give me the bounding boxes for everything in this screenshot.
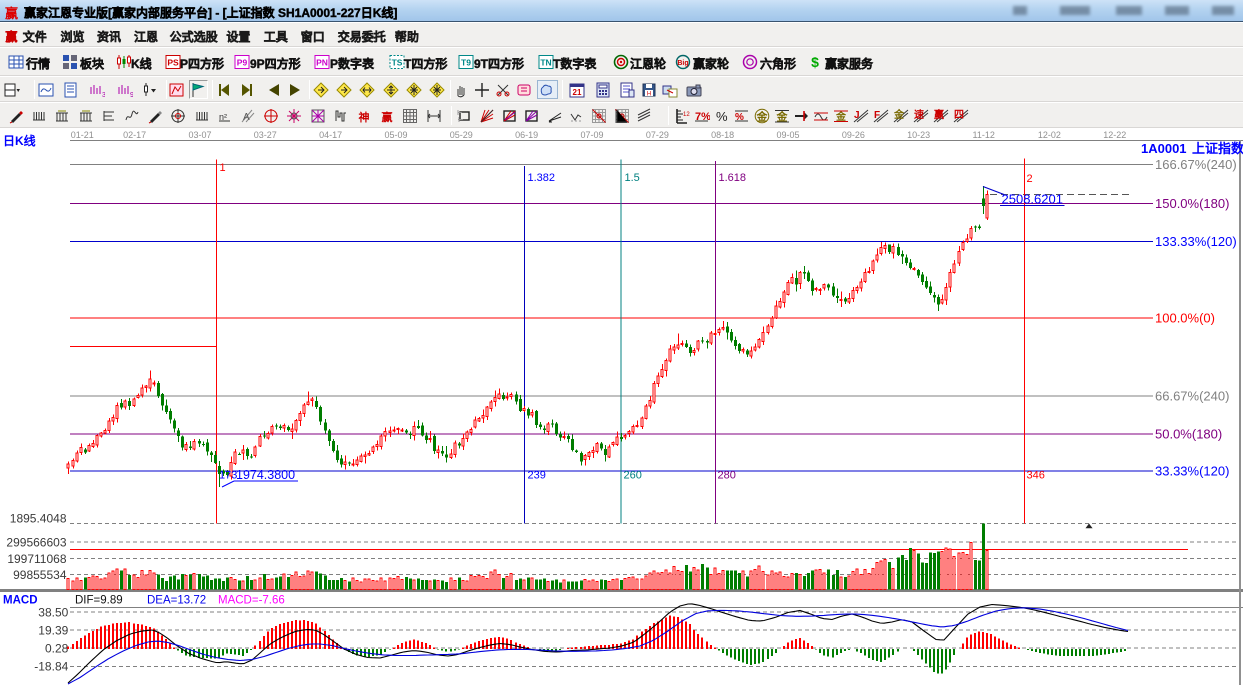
svg-text:Big: Big [677,60,688,67]
svg-text:1.382: 1.382 [528,172,556,184]
svg-text:PN: PN [316,58,328,68]
svg-text:2508.6201: 2508.6201 [1002,192,1063,207]
svg-text:金: 金 [893,108,905,121]
svg-text:99855534: 99855534 [13,568,67,582]
svg-text:1.618: 1.618 [719,172,747,184]
svg-text:07-29: 07-29 [646,130,669,140]
svg-text:1: 1 [220,162,226,174]
svg-text:PS: PS [167,58,179,68]
svg-text:日K线: 日K线 [3,133,36,148]
svg-text:50.0%(180): 50.0%(180) [1155,426,1222,441]
svg-text:166.67%(240): 166.67%(240) [1155,157,1237,172]
svg-text:赢: 赢 [934,108,944,121]
svg-text:03-27: 03-27 [254,130,277,140]
svg-text:123: 123 [683,112,690,118]
svg-text:12-02: 12-02 [1038,130,1061,140]
svg-text:上证指数: 上证指数 [1192,141,1243,156]
svg-text:260: 260 [624,470,642,482]
svg-text:T9: T9 [461,58,471,68]
svg-text:9: 9 [130,92,133,98]
svg-text:金: 金 [775,109,788,123]
svg-text:05-09: 05-09 [384,130,407,140]
svg-text:150.0%(180): 150.0%(180) [1155,196,1229,211]
svg-text:09-26: 09-26 [842,130,865,140]
svg-text:199711068: 199711068 [7,552,67,566]
svg-text:1A0001: 1A0001 [1141,141,1187,156]
svg-text:05-29: 05-29 [450,130,473,140]
svg-text:TS: TS [392,58,403,68]
svg-text:239: 239 [528,470,546,482]
svg-text:07-09: 07-09 [580,130,603,140]
svg-text:06-19: 06-19 [515,130,538,140]
svg-text:2: 2 [1027,173,1033,185]
svg-text:02-17: 02-17 [123,130,146,140]
svg-text:280: 280 [718,470,736,482]
svg-text:%: % [716,109,728,124]
svg-text:66.67%(240): 66.67%(240) [1155,388,1229,403]
svg-text:1974.3800: 1974.3800 [236,468,295,482]
svg-text:TN: TN [540,58,551,68]
svg-text:04-17: 04-17 [319,130,342,140]
svg-text:11-12: 11-12 [973,130,995,140]
svg-text:J: J [854,110,860,121]
svg-text:赢: 赢 [382,110,393,124]
svg-text:1895.4048: 1895.4048 [10,512,67,526]
svg-text:133.33%(120): 133.33%(120) [1155,234,1237,249]
svg-text:四: 四 [954,109,964,121]
svg-text:MACD=-7.66: MACD=-7.66 [218,595,285,607]
svg-text:10-23: 10-23 [907,130,930,140]
svg-text:P9: P9 [237,58,248,68]
svg-text:01-21: 01-21 [71,130,94,140]
svg-text:299566603: 299566603 [6,535,66,549]
svg-text:03-07: 03-07 [188,130,211,140]
svg-text:100.0%(0): 100.0%(0) [1155,311,1215,326]
svg-text:1.5: 1.5 [625,172,640,184]
svg-text:H: H [647,91,651,97]
svg-text:-18.84: -18.84 [34,660,68,674]
svg-text:3: 3 [102,92,105,98]
svg-text:速: 速 [914,108,924,121]
svg-text:0.28: 0.28 [45,642,69,656]
svg-text:19.39: 19.39 [38,623,68,637]
svg-text:12-22: 12-22 [1103,130,1126,140]
svg-text:MACD: MACD [3,595,38,607]
svg-text:346: 346 [1027,470,1045,482]
svg-text:173: 173 [219,470,237,482]
svg-text:神: 神 [359,110,370,124]
svg-text:F: F [874,110,880,121]
svg-text:DEA=13.72: DEA=13.72 [147,595,206,607]
svg-text:金: 金 [755,109,768,123]
svg-text:08-18: 08-18 [711,130,734,140]
svg-text:$: $ [811,54,819,70]
svg-text:38.50: 38.50 [38,605,68,619]
svg-text:09-05: 09-05 [777,130,800,140]
svg-text:DIF=9.89: DIF=9.89 [75,595,123,607]
svg-text:33.33%(120): 33.33%(120) [1155,464,1229,479]
svg-text:21: 21 [573,88,582,97]
svg-text:A: A [243,112,250,123]
